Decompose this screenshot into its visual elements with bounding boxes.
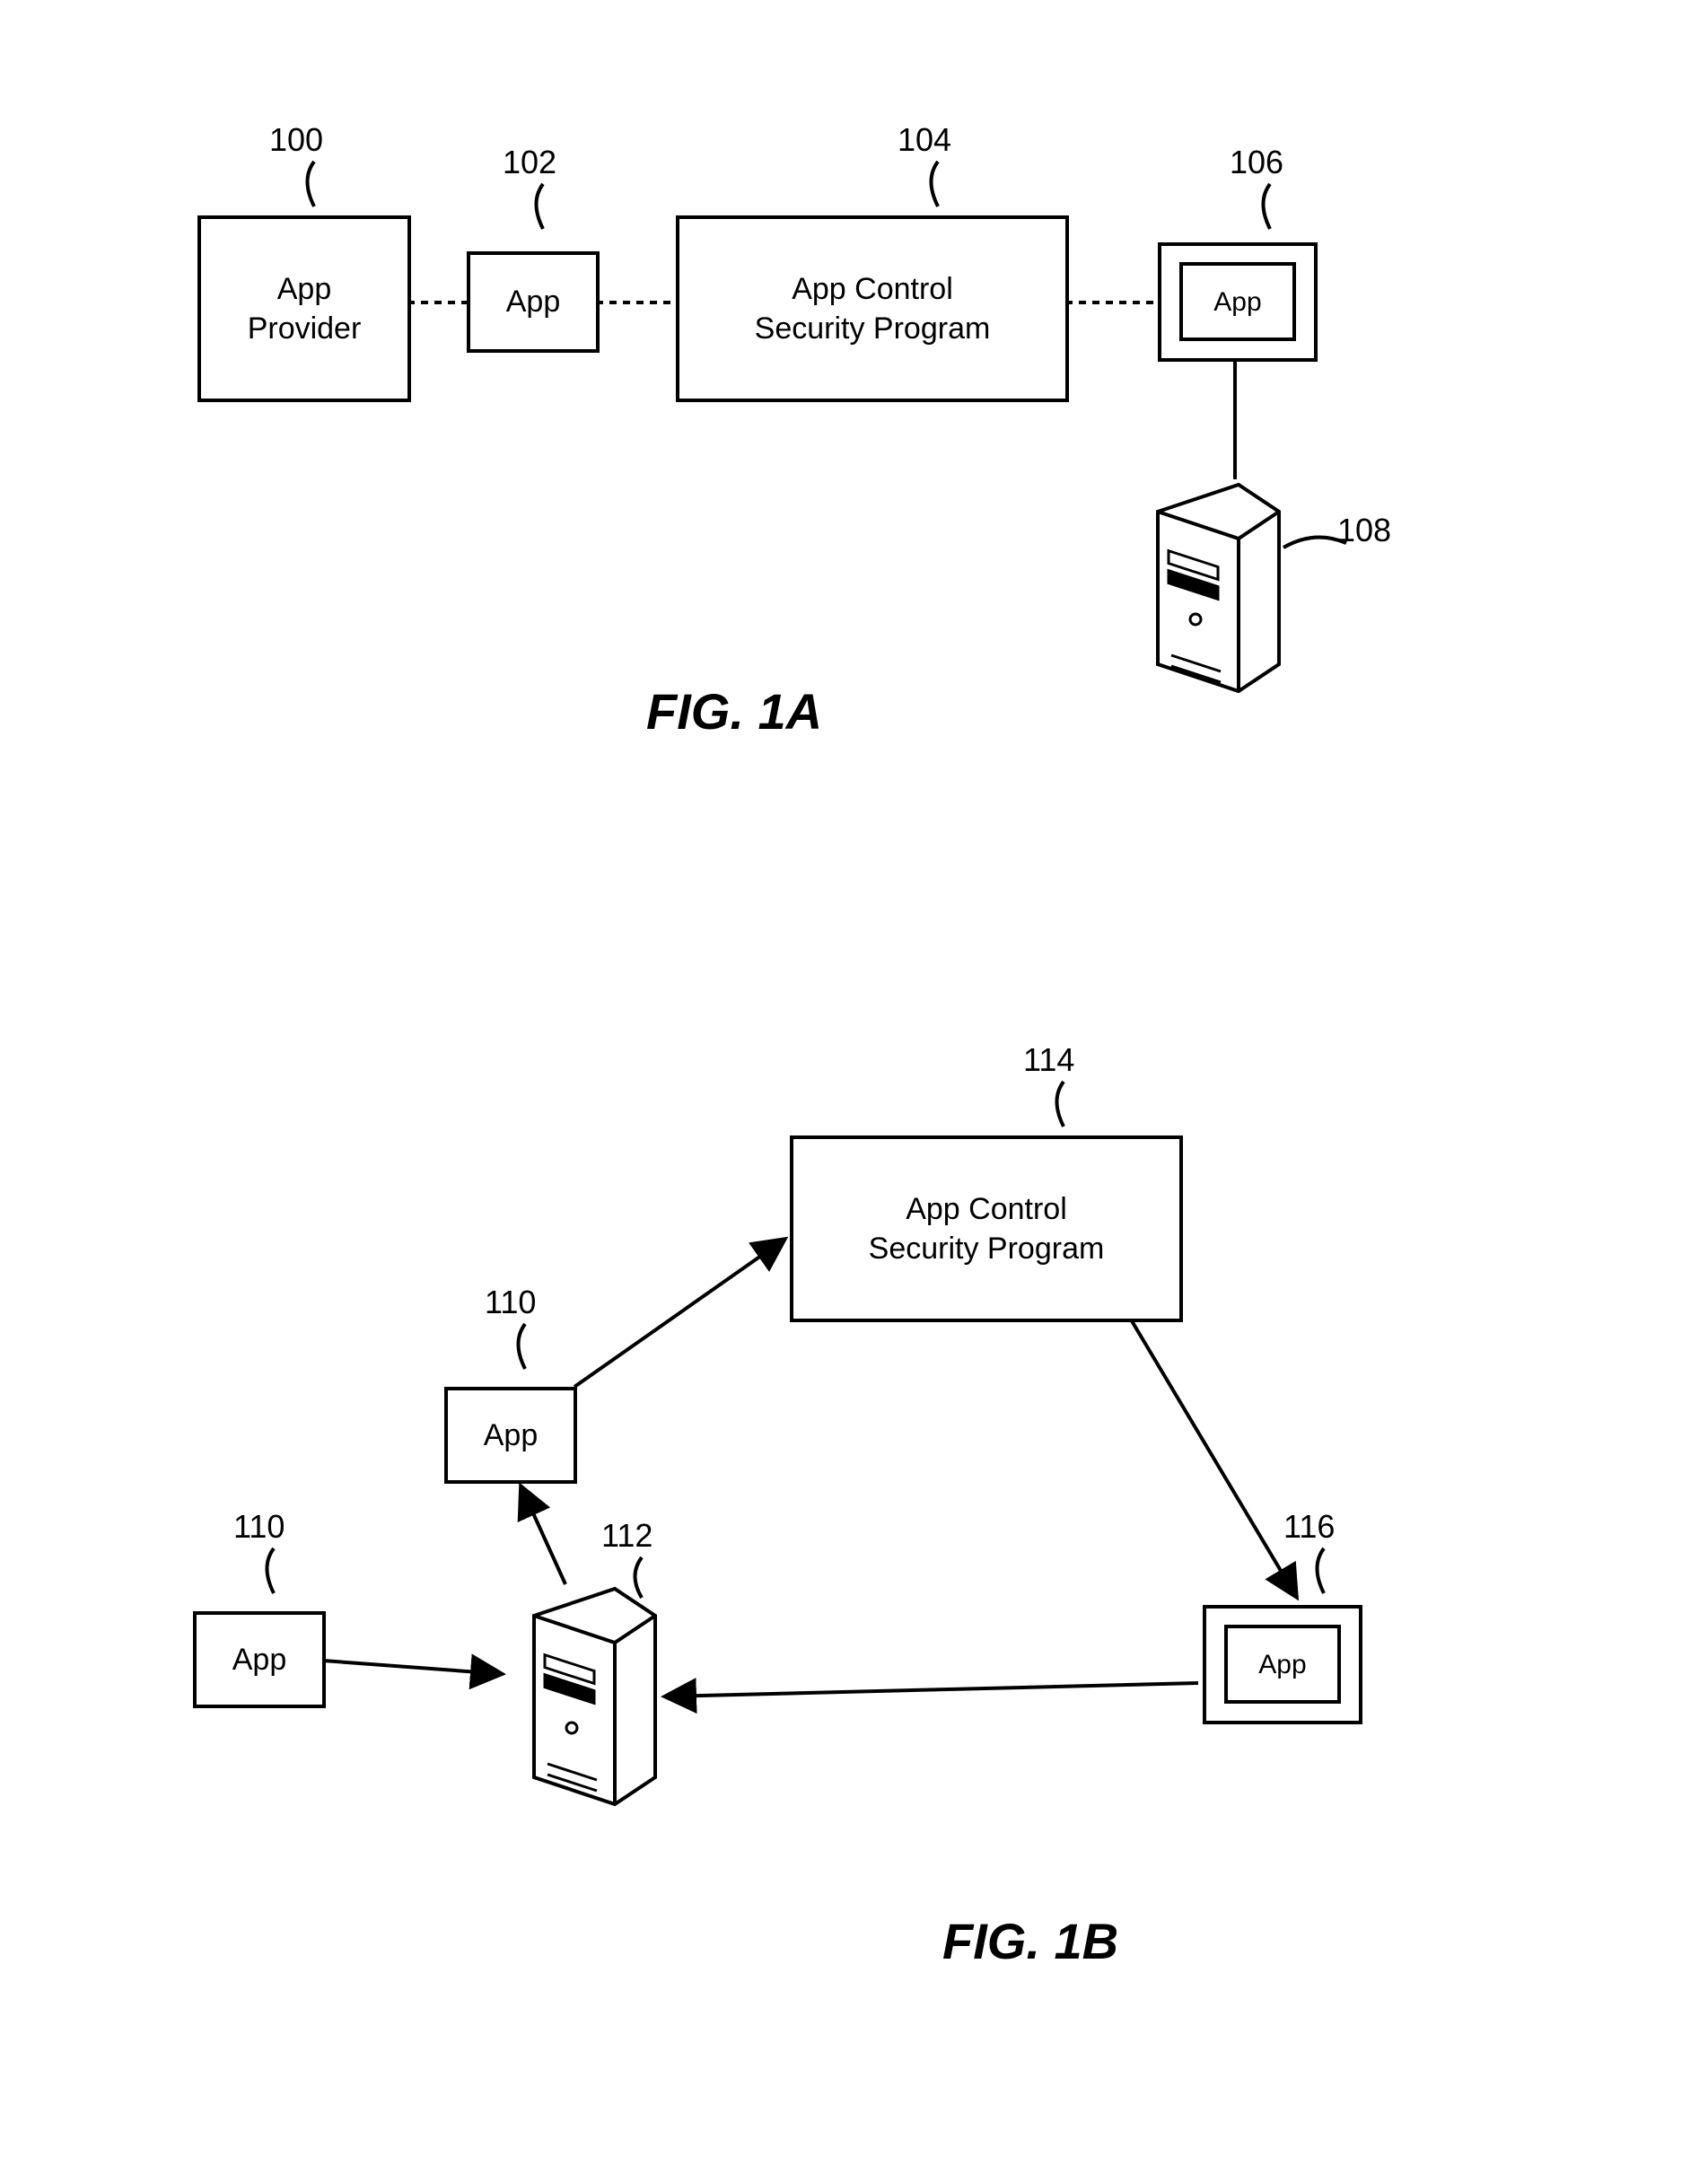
- conn-102-104: [596, 300, 676, 305]
- box-program-114: App Control Security Program: [790, 1135, 1183, 1322]
- conn-100-102: [407, 300, 467, 305]
- arr-110b-112: [323, 1652, 512, 1688]
- ref-110b: 110: [233, 1508, 285, 1546]
- conn-104-106: [1065, 300, 1158, 305]
- box-app-provider: App Provider: [197, 215, 411, 402]
- box-app-110a: App: [444, 1387, 577, 1484]
- box-app-106: App: [1179, 262, 1296, 341]
- ref-104: 104: [898, 121, 951, 159]
- arr-114-116: [1131, 1319, 1310, 1607]
- fig-1b-title: FIG. 1B: [942, 1912, 1118, 1970]
- arr-112-110a: [516, 1481, 579, 1589]
- ref-112: 112: [601, 1517, 653, 1555]
- box-app-102: App: [467, 251, 600, 353]
- box-program-104: App Control Security Program: [676, 215, 1069, 402]
- arr-110-114: [574, 1230, 799, 1391]
- ref-100: 100: [269, 121, 323, 159]
- ref-110a: 110: [485, 1284, 536, 1321]
- server-112: [507, 1580, 669, 1831]
- fig-1a-title: FIG. 1A: [646, 682, 822, 741]
- conn-106-108: [1232, 358, 1238, 479]
- arr-116-112: [660, 1679, 1203, 1705]
- box-app-116: App: [1224, 1625, 1341, 1704]
- ref-102: 102: [503, 144, 556, 181]
- ref-106: 106: [1230, 144, 1283, 181]
- server-108: [1131, 476, 1292, 709]
- ref-114: 114: [1023, 1041, 1074, 1079]
- box-app-110b: App: [193, 1611, 326, 1708]
